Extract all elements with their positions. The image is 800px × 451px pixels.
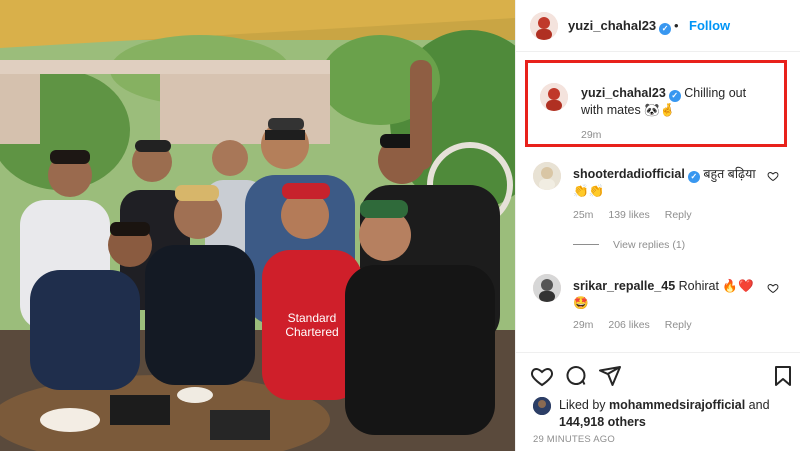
post-header: yuzi_chahal23 ✓ • Follow [516, 0, 800, 52]
comment-heart-icon[interactable] [767, 282, 779, 294]
post-photo[interactable]: Standard Chartered [0, 0, 515, 451]
post-timestamp[interactable]: 29 MINUTES AGO [533, 434, 615, 445]
comment-meta: 29m 206 likes Reply [573, 319, 704, 331]
verified-badge-icon: ✓ [687, 171, 700, 183]
replies-line [573, 244, 599, 245]
commenter-avatar[interactable] [533, 162, 561, 190]
share-icon[interactable] [598, 364, 622, 388]
jersey-text-1: Standard [288, 311, 337, 325]
comment-reply-button[interactable]: Reply [665, 319, 692, 331]
caption-username[interactable]: yuzi_chahal23 ✓ [581, 86, 681, 102]
author-username[interactable]: yuzi_chahal23 ✓ [568, 18, 672, 35]
commenter-avatar[interactable] [533, 274, 561, 302]
likes-count[interactable]: 144,918 others [559, 415, 646, 429]
liker-username[interactable]: mohammedsirajofficial [609, 398, 745, 412]
comment-username[interactable]: srikar_repalle_45 [573, 279, 675, 293]
liker-avatar[interactable] [533, 397, 551, 415]
comment-item: srikar_repalle_45 Rohirat 🔥❤️🤩 29m 206 l… [516, 274, 800, 344]
post-actions: Liked by mohammedsirajofficial and 144,9… [516, 352, 800, 451]
author-avatar[interactable] [530, 12, 558, 40]
comment-meta: 25m 139 likes Reply [573, 209, 704, 221]
comment-text: shooterdadiofficial ✓ बहुत बढ़िया 👏👏 [573, 166, 763, 200]
comment-item: shooterdadiofficial ✓ बहुत बढ़िया 👏👏 25m … [516, 162, 800, 242]
comment-username[interactable]: shooterdadiofficial ✓ [573, 167, 700, 183]
comment-icon[interactable] [564, 364, 588, 388]
bookmark-icon[interactable] [771, 364, 795, 388]
view-replies-button[interactable]: View replies (1) [573, 239, 685, 251]
post-image: Standard Chartered [0, 0, 515, 451]
likes-text: Liked by mohammedsirajofficial and 144,9… [559, 398, 770, 429]
comment-time[interactable]: 29m [573, 319, 593, 331]
jersey-text-2: Chartered [285, 325, 338, 339]
comment-time[interactable]: 25m [573, 209, 593, 221]
caption-highlight-box: yuzi_chahal23 ✓ Chilling out with mates 🐼… [525, 60, 787, 147]
comment-reply-button[interactable]: Reply [665, 209, 692, 221]
comment-likes[interactable]: 206 likes [608, 319, 649, 331]
verified-badge-icon: ✓ [668, 90, 681, 102]
follow-button[interactable]: Follow [689, 18, 730, 33]
verified-badge-icon: ✓ [659, 23, 672, 35]
caption: yuzi_chahal23 ✓ Chilling out with mates 🐼… [581, 85, 771, 119]
post-side-panel: yuzi_chahal23 ✓ • Follow yuzi_chahal23 ✓ C… [515, 0, 800, 451]
comment-likes[interactable]: 139 likes [608, 209, 649, 221]
caption-avatar[interactable] [540, 83, 568, 111]
heart-icon[interactable] [530, 364, 554, 388]
header-separator: • [674, 18, 679, 33]
caption-time[interactable]: 29m [581, 129, 601, 141]
comment-text: srikar_repalle_45 Rohirat 🔥❤️🤩 [573, 278, 763, 312]
comment-heart-icon[interactable] [767, 170, 779, 182]
